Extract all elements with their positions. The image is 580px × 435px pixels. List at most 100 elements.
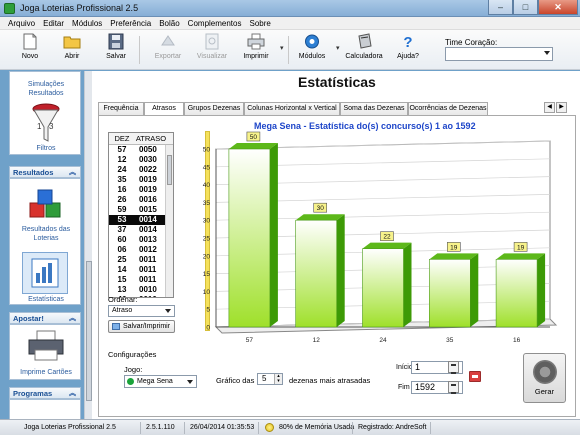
dez-cell: 60 bbox=[117, 235, 127, 244]
grafico-count-value: 5 bbox=[262, 374, 267, 383]
tab-frequencia[interactable]: Frequência bbox=[98, 102, 144, 115]
sidebar-item-simulacoes[interactable]: Simulações Resultados bbox=[10, 80, 82, 98]
sidebar-scrollbar[interactable] bbox=[84, 71, 92, 419]
app-icon bbox=[4, 3, 15, 14]
collapse-icon[interactable]: ︽ bbox=[69, 167, 76, 178]
cubes-icon[interactable] bbox=[28, 187, 64, 225]
y-tick-label: 50 bbox=[203, 147, 211, 154]
menu-sobre[interactable]: Sobre bbox=[245, 17, 274, 29]
list-item[interactable]: 57 0050 bbox=[109, 145, 167, 155]
sidebar-item-imprime-cartoes[interactable]: Imprime Cartões bbox=[10, 368, 82, 377]
modulos-button[interactable]: Módulos bbox=[292, 33, 332, 67]
modulos-label: Módulos bbox=[298, 53, 326, 60]
menu-modulos[interactable]: Módulos bbox=[68, 17, 106, 29]
ajuda-button[interactable]: ? Ajuda? bbox=[388, 33, 428, 67]
menu-editar[interactable]: Editar bbox=[39, 17, 68, 29]
novo-button[interactable]: Novo bbox=[10, 33, 50, 67]
tab-scroll-right-button[interactable]: ▶ bbox=[556, 102, 567, 113]
delay-bar-chart: 0510152025303540455050573012222419351916 bbox=[203, 131, 558, 344]
list-item[interactable]: 12 0030 bbox=[109, 155, 167, 165]
x-tick-label: 24 bbox=[379, 337, 387, 344]
status-registered: Registrado: AndreSoft bbox=[358, 424, 427, 431]
tab-colunas[interactable]: Colunas Horizontal x Vertical bbox=[244, 102, 340, 115]
sidebar-group-resultados: Resultados das Loterias Estatísticas bbox=[9, 178, 81, 305]
gerar-button[interactable]: Gerar bbox=[523, 353, 566, 403]
maximize-button[interactable]: □ bbox=[513, 0, 538, 15]
bar-12: 30 12 bbox=[295, 202, 345, 344]
time-coracao-select[interactable] bbox=[445, 47, 553, 61]
sidebar-item-resultados-loterias[interactable]: Resultados das Loterias bbox=[10, 225, 82, 243]
title-bar: Joga Loterias Profissional 2.5 – □ ✕ bbox=[0, 0, 580, 17]
list-item[interactable]: 06 0012 bbox=[109, 245, 167, 255]
sidebar-section-programas[interactable]: Programas ︽ bbox=[9, 387, 81, 399]
sidebar-item-estatisticas[interactable]: Estatísticas bbox=[10, 295, 82, 304]
jogo-select[interactable]: Mega Sena bbox=[124, 375, 197, 388]
menu-complementos[interactable]: Complementos bbox=[184, 17, 246, 29]
tab-soma-dezenas[interactable]: Soma das Dezenas bbox=[340, 102, 408, 115]
bar-front bbox=[295, 219, 337, 328]
preview-icon bbox=[203, 33, 221, 50]
menu-bolao[interactable]: Bolão bbox=[155, 17, 183, 29]
list-item[interactable]: 35 0019 bbox=[109, 175, 167, 185]
calculadora-button[interactable]: Calculadora bbox=[344, 33, 384, 67]
list-item[interactable]: 16 0019 bbox=[109, 185, 167, 195]
list-item[interactable]: 60 0013 bbox=[109, 235, 167, 245]
salvar-button[interactable]: Salvar bbox=[96, 33, 136, 67]
tab-ocorrencias[interactable]: Ocorrências de Dezenas bbox=[408, 102, 488, 115]
list-item[interactable]: 24 0022 bbox=[109, 165, 167, 175]
ordenar-select[interactable]: Atraso bbox=[108, 305, 175, 317]
bar-front bbox=[228, 148, 271, 328]
ordenar-value: Atraso bbox=[112, 307, 133, 314]
imprimir-button[interactable]: Imprimir bbox=[236, 33, 276, 67]
menu-bar: Arquivo Editar Módulos Preferência Bolão… bbox=[0, 17, 580, 30]
funnel-icon[interactable]: 13 bbox=[31, 103, 61, 145]
reset-range-button[interactable] bbox=[469, 371, 481, 382]
exportar-button[interactable]: Exportar bbox=[148, 33, 188, 67]
sidebar-group-programas bbox=[9, 399, 81, 419]
list-item[interactable]: 14 0011 bbox=[109, 265, 167, 275]
spin-icon[interactable]: ▴ ▾ bbox=[274, 374, 282, 384]
fim-spin-button[interactable] bbox=[448, 381, 459, 394]
close-button[interactable]: ✕ bbox=[538, 0, 578, 15]
sidebar-section-resultados[interactable]: Resultados ︽ bbox=[9, 166, 81, 178]
svg-text:3: 3 bbox=[49, 122, 54, 131]
modulos-dropdown-arrow[interactable]: ▾ bbox=[336, 44, 340, 52]
collapse-icon[interactable]: ︽ bbox=[69, 313, 76, 324]
list-item[interactable]: 59 0015 bbox=[109, 205, 167, 215]
visualizar-button[interactable]: Visualizar bbox=[192, 33, 232, 67]
list-item[interactable]: 13 0010 bbox=[109, 285, 167, 295]
bar-front bbox=[495, 259, 538, 328]
list-item[interactable]: 26 0016 bbox=[109, 195, 167, 205]
column-atraso[interactable]: ATRASO bbox=[135, 133, 167, 144]
salvar-imprimir-button[interactable]: Salvar/Imprimir bbox=[108, 320, 175, 333]
list-item[interactable]: 53 0014 bbox=[109, 215, 167, 225]
tab-scroll-left-button[interactable]: ◀ bbox=[544, 102, 555, 113]
menu-arquivo[interactable]: Arquivo bbox=[4, 17, 39, 29]
menu-preferencia[interactable]: Preferência bbox=[106, 17, 155, 29]
sidebar-item-filtros[interactable]: Filtros bbox=[10, 144, 82, 153]
bar-side bbox=[537, 253, 546, 327]
imprimir-dropdown-arrow[interactable]: ▾ bbox=[280, 44, 284, 52]
abrir-button[interactable]: Abrir bbox=[52, 33, 92, 67]
delay-list[interactable]: DEZ ATRASO 57 0050 12 0030 24 0022 35 0019 16 001… bbox=[108, 132, 174, 298]
data-label: 30 bbox=[317, 205, 325, 212]
statistics-icon[interactable] bbox=[23, 253, 67, 293]
delay-list-scrollbar-thumb[interactable] bbox=[167, 155, 172, 185]
list-item[interactable]: 25 0011 bbox=[109, 255, 167, 265]
printer-icon[interactable] bbox=[27, 330, 65, 364]
collapse-icon[interactable]: ︽ bbox=[69, 388, 76, 399]
inicio-spin-button[interactable] bbox=[448, 361, 459, 374]
column-dez[interactable]: DEZ bbox=[109, 133, 135, 144]
fim-label: Fim bbox=[398, 384, 410, 391]
tab-grupos-dezenas[interactable]: Grupos Dezenas bbox=[184, 102, 244, 115]
atraso-cell: 0019 bbox=[139, 185, 157, 194]
tab-atrasos[interactable]: Atrasos bbox=[144, 102, 184, 116]
atraso-cell: 0050 bbox=[139, 145, 157, 154]
delay-list-scrollbar[interactable] bbox=[165, 145, 173, 297]
grafico-count-stepper[interactable]: 5 ▴ ▾ bbox=[257, 373, 283, 385]
minimize-button[interactable]: – bbox=[488, 0, 513, 15]
list-item[interactable]: 37 0014 bbox=[109, 225, 167, 235]
status-separator bbox=[352, 422, 353, 434]
sidebar-section-apostar[interactable]: Apostar! ︽ bbox=[9, 312, 81, 324]
list-item[interactable]: 15 0011 bbox=[109, 275, 167, 285]
